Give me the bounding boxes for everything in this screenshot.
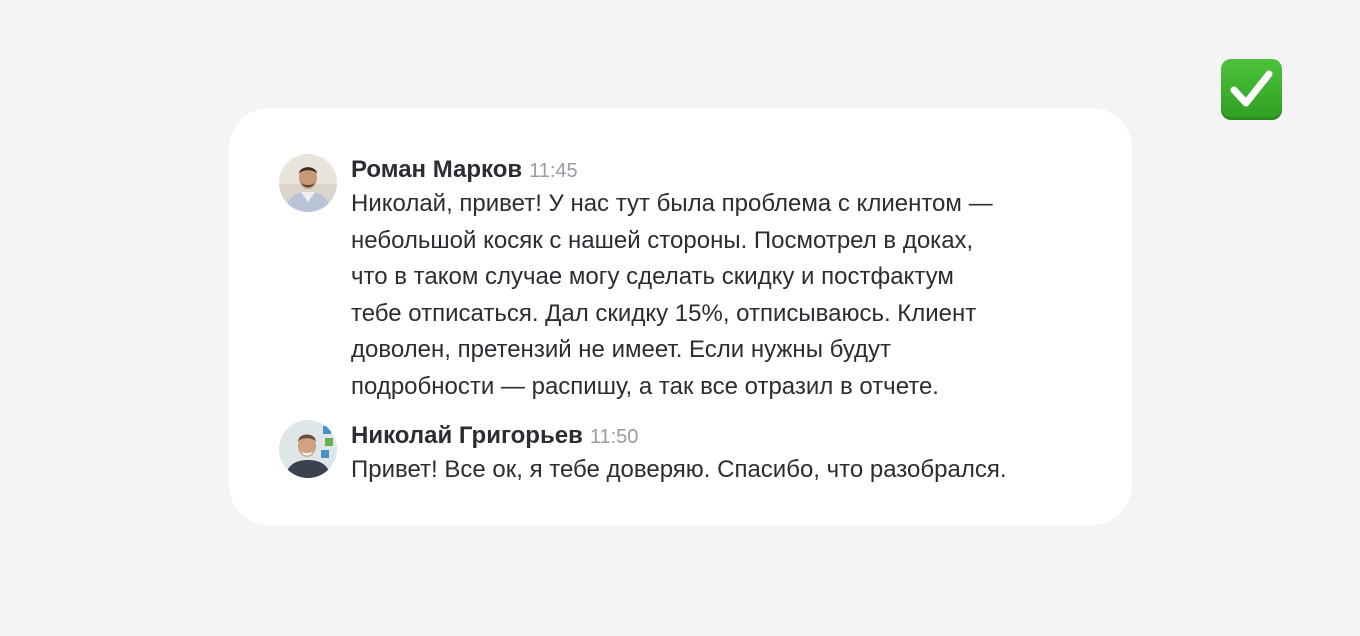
avatar[interactable] xyxy=(279,420,337,478)
message-time: 11:45 xyxy=(529,160,578,182)
message-line: тебе отписаться. Дал скидку 15%, отписыв… xyxy=(351,299,977,327)
message-text: Привет! Все ок, я тебе доверяю. Спасибо,… xyxy=(351,452,1091,489)
message-time: 11:50 xyxy=(589,426,639,448)
message-line: доволен, претензий не имеет. Если нужны … xyxy=(351,336,892,363)
message-line: что в таком случае могу сделать скидку и… xyxy=(351,263,954,290)
message-line: небольшой косяк с нашей стороны. Посмотр… xyxy=(351,226,974,254)
message-line: подробности — распишу, а так все отразил… xyxy=(351,372,939,400)
author-name[interactable]: Николай Григорьев xyxy=(351,422,583,449)
check-mark-icon xyxy=(1221,59,1282,120)
chat-card: Роман Марков 11:45 Николай, привет! У нас… xyxy=(229,108,1132,525)
message-text: Николай, привет! У нас тут была проблема… xyxy=(351,186,1091,405)
author-name[interactable]: Роман Марков xyxy=(351,156,522,183)
avatar[interactable] xyxy=(279,154,337,212)
message-line: Николай, привет! У нас тут была проблема… xyxy=(351,190,993,217)
message-line: Привет! Все ок, я тебе доверяю. Спасибо,… xyxy=(351,456,1007,483)
